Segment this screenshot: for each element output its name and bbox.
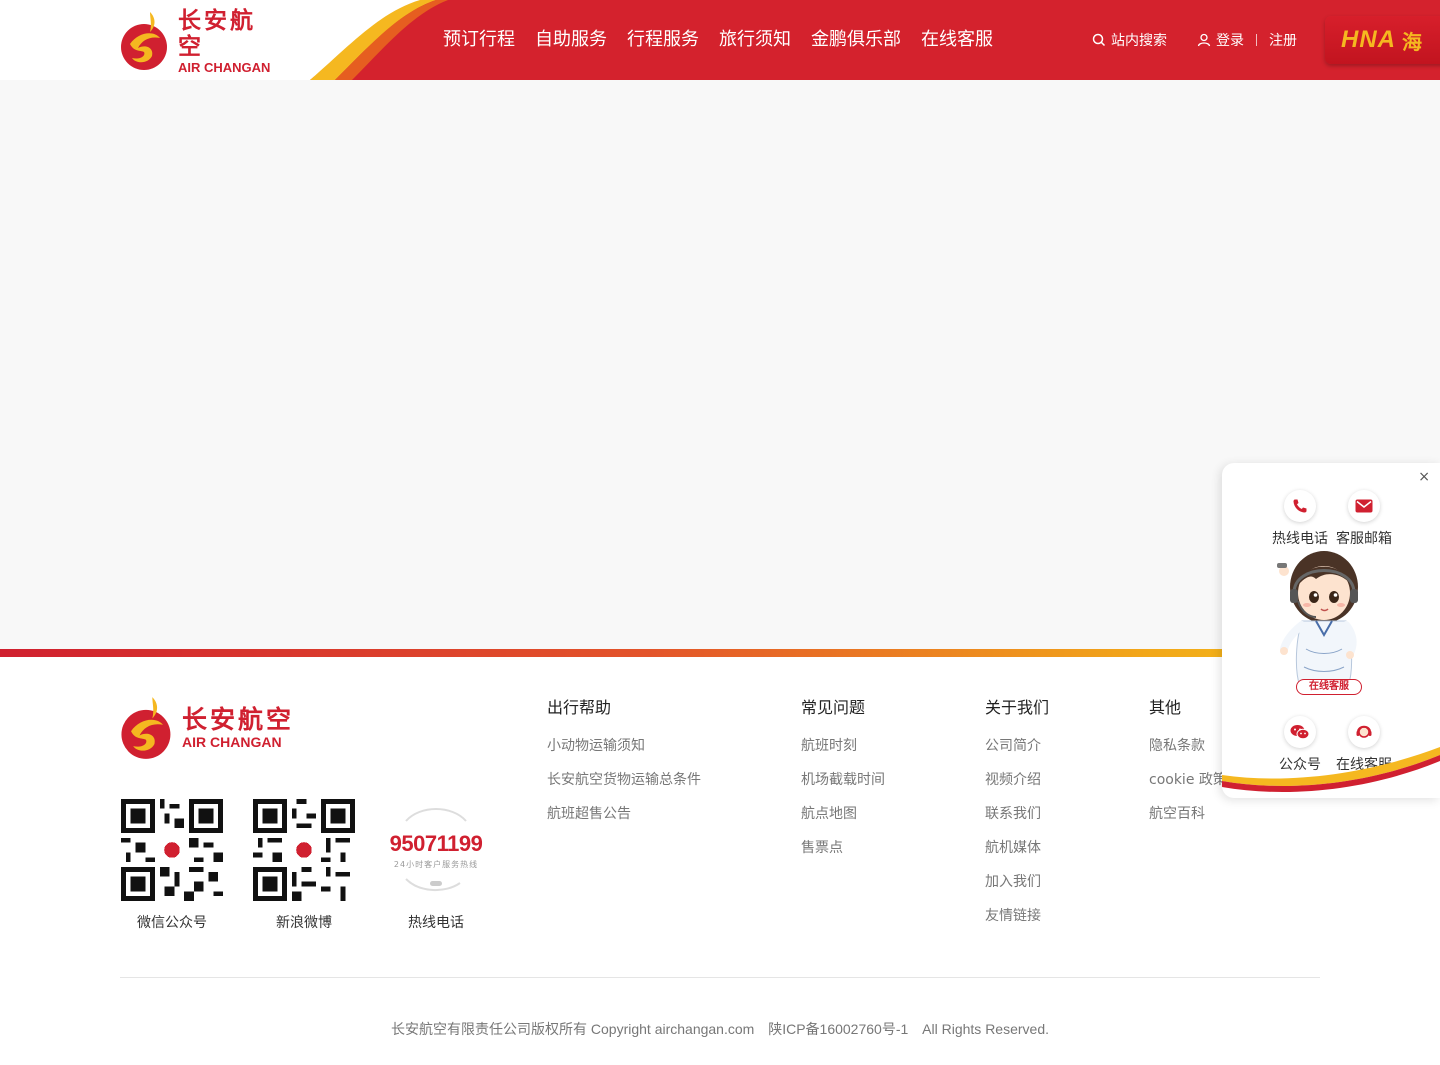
site-header: 长安航空 AIR CHANGAN 预订行程 自助服务 行程服务 旅行须知 金鹏俱… (0, 0, 1440, 80)
nav-item-club[interactable]: 金鹏俱乐部 (801, 24, 911, 56)
login-link[interactable]: 登录 (1197, 30, 1244, 50)
footer-link-video[interactable]: 视频介绍 (985, 763, 1049, 797)
footer-divider (120, 977, 1320, 978)
brand-logo[interactable]: 长安航空 AIR CHANGAN (120, 7, 280, 75)
footer-col-other: 其他 隐私条款 cookie 政策 航空百科 (1149, 695, 1227, 831)
footer-link-company-intro[interactable]: 公司简介 (985, 729, 1049, 763)
agent-mascot-icon[interactable] (1276, 549, 1366, 697)
wechat-qr-code-icon (121, 799, 223, 901)
brand-name-en: AIR CHANGAN (178, 59, 271, 75)
footer-link-overbooking[interactable]: 航班超售公告 (547, 797, 701, 831)
search-icon (1092, 33, 1106, 47)
tool-separator (1256, 34, 1257, 46)
footer-col-title: 常见问题 (801, 698, 866, 717)
icp-link[interactable]: 陕ICP备16002760号-1 (768, 1021, 908, 1037)
login-label: 登录 (1216, 33, 1244, 49)
brand-emblem-icon (121, 12, 167, 70)
footer-link-checkin-cutoff[interactable]: 机场截载时间 (801, 763, 885, 797)
widget-hotline-label: 热线电话 (1272, 531, 1328, 547)
qr-code-row: 微信公众号 新浪微博 95071199 24小时客户服务热线 热线电话 (120, 799, 516, 932)
footer-col-title: 关于我们 (985, 698, 1050, 717)
footer-link-privacy[interactable]: 隐私条款 (1149, 729, 1227, 763)
footer-col-title: 其他 (1149, 698, 1182, 717)
register-link[interactable]: 注册 (1269, 30, 1297, 50)
hna-logo-text: HNA (1341, 26, 1396, 53)
widget-close-icon[interactable]: × (1418, 469, 1430, 485)
footer-brand-name-cn: 长安航空 (182, 705, 295, 734)
footer-link-inflight-media[interactable]: 航机媒体 (985, 831, 1049, 865)
qr-wechat-label: 微信公众号 (137, 915, 207, 931)
footer-link-contact[interactable]: 联系我们 (985, 797, 1049, 831)
site-search-link[interactable]: 站内搜索 (1092, 30, 1167, 50)
hna-logo-cn: 海 (1402, 29, 1422, 54)
copyright-bar: 长安航空有限责任公司版权所有 Copyright airchangan.com … (0, 1019, 1440, 1039)
footer-link-route-map[interactable]: 航点地图 (801, 797, 885, 831)
nav-item-online-service[interactable]: 在线客服 (911, 24, 1003, 56)
user-icon (1197, 33, 1211, 47)
footer-brand-logo[interactable]: 长安航空 AIR CHANGAN (120, 695, 294, 761)
nav-item-trip-service[interactable]: 行程服务 (617, 24, 709, 56)
weibo-qr-code-icon (253, 799, 355, 901)
service-widget: × 热线电话 客服邮箱 在线客服 公众号 在线客服 (1222, 463, 1440, 798)
hna-group-badge[interactable]: HNA 海 (1325, 16, 1440, 64)
footer-link-cargo-terms[interactable]: 长安航空货物运输总条件 (547, 763, 701, 797)
qr-hotline[interactable]: 95071199 24小时客户服务热线 热线电话 (384, 799, 488, 932)
agent-badge[interactable]: 在线客服 (1296, 679, 1362, 695)
header-tools: 站内搜索 登录 注册 (1092, 28, 1297, 52)
rights-text: All Rights Reserved. (922, 1021, 1049, 1037)
nav-item-booking[interactable]: 预订行程 (433, 24, 525, 56)
nav-item-travel-notice[interactable]: 旅行须知 (709, 24, 801, 56)
footer-emblem-icon (121, 697, 171, 759)
copyright-text: 长安航空有限责任公司版权所有 Copyright airchangan.com (391, 1021, 755, 1037)
mail-icon (1355, 499, 1373, 513)
brand-name-cn: 长安航空 (178, 7, 256, 60)
footer-link-cookie-policy[interactable]: cookie 政策 (1149, 763, 1227, 797)
hotline-ring-icon (405, 808, 467, 891)
footer-link-aviation-wiki[interactable]: 航空百科 (1149, 797, 1227, 831)
nav-item-self-service[interactable]: 自助服务 (525, 24, 617, 56)
footer-col-about: 关于我们 公司简介 视频介绍 联系我们 航机媒体 加入我们 友情链接 (985, 695, 1049, 933)
footer-link-schedule[interactable]: 航班时刻 (801, 729, 885, 763)
widget-email-label: 客服邮箱 (1336, 531, 1392, 547)
phone-icon (1293, 499, 1307, 513)
qr-weibo-label: 新浪微博 (276, 915, 332, 931)
widget-swoosh-decoration (1222, 747, 1440, 792)
hotline-image: 95071199 24小时客户服务热线 (386, 799, 486, 901)
widget-hotline-button[interactable]: 热线电话 (1270, 490, 1330, 548)
footer-brand-name-en: AIR CHANGAN (182, 734, 282, 750)
footer-link-pet-transport[interactable]: 小动物运输须知 (547, 729, 701, 763)
footer-col-travel-help: 出行帮助 小动物运输须知 长安航空货物运输总条件 航班超售公告 (547, 695, 701, 831)
qr-weibo[interactable]: 新浪微博 (252, 799, 356, 932)
footer-link-partners[interactable]: 友情链接 (985, 899, 1049, 933)
footer-col-title: 出行帮助 (547, 698, 612, 717)
site-search-label: 站内搜索 (1111, 33, 1167, 49)
main-nav: 预订行程 自助服务 行程服务 旅行须知 金鹏俱乐部 在线客服 (433, 24, 1003, 56)
footer-link-careers[interactable]: 加入我们 (985, 865, 1049, 899)
widget-email-button[interactable]: 客服邮箱 (1334, 490, 1394, 548)
qr-hotline-label: 热线电话 (408, 915, 464, 931)
qr-wechat[interactable]: 微信公众号 (120, 799, 224, 932)
footer-link-ticket-offices[interactable]: 售票点 (801, 831, 885, 865)
footer-col-faq: 常见问题 航班时刻 机场截载时间 航点地图 售票点 (801, 695, 885, 865)
